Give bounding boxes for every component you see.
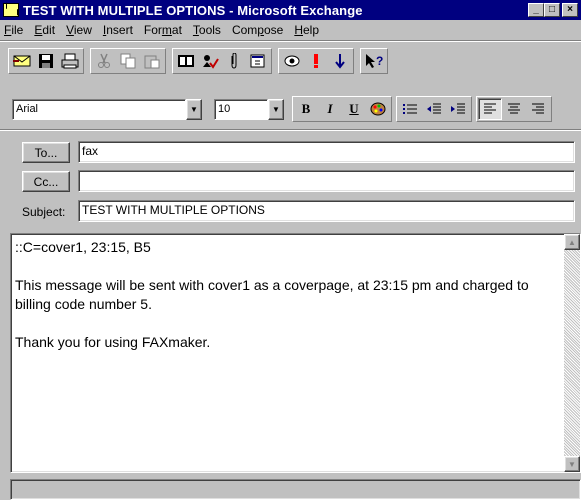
to-button[interactable]: To... — [22, 142, 70, 163]
read-receipt-icon[interactable] — [280, 50, 304, 72]
formatting-toolbar: Arial ▼ 10 ▼ B I U — [12, 94, 552, 124]
status-bar — [10, 479, 581, 500]
importance-low-icon[interactable] — [328, 50, 352, 72]
address-book-icon[interactable] — [174, 50, 198, 72]
to-field[interactable]: fax — [78, 141, 575, 163]
toolbar-group-font-style: B I U — [292, 96, 392, 122]
font-name-field[interactable]: Arial — [12, 98, 186, 120]
menu-edit[interactable]: Edit — [34, 23, 55, 37]
increase-indent-icon[interactable] — [446, 98, 470, 120]
message-body-text[interactable]: ::C=cover1, 23:15, B5 This message will … — [15, 238, 555, 352]
scroll-up-icon[interactable]: ▲ — [564, 234, 580, 250]
subject-field[interactable]: TEST WITH MULTIPLE OPTIONS — [78, 200, 575, 222]
menu-bar: File Edit View Insert Format Tools Compose Help — [0, 20, 581, 40]
svg-text:?: ? — [376, 54, 383, 68]
copy-icon[interactable] — [116, 50, 140, 72]
scroll-down-icon[interactable]: ▼ — [564, 456, 580, 472]
menu-tools[interactable]: Tools — [193, 23, 221, 37]
italic-button[interactable]: I — [318, 98, 342, 120]
exchange-envelope-icon — [3, 3, 19, 17]
cc-field[interactable] — [78, 170, 575, 192]
to-button-label: To... — [34, 145, 58, 160]
bullets-icon[interactable] — [398, 98, 422, 120]
chevron-down-icon[interactable]: ▼ — [186, 98, 202, 120]
toolbar-group-address — [172, 48, 272, 74]
cc-button[interactable]: Cc... — [22, 171, 70, 192]
subject-label: Subject: — [22, 205, 66, 219]
window-title: TEST WITH MULTIPLE OPTIONS - Microsoft E… — [23, 2, 363, 18]
menu-insert[interactable]: Insert — [103, 23, 133, 37]
decrease-indent-icon[interactable] — [422, 98, 446, 120]
minimize-button[interactable]: _ — [528, 3, 544, 17]
align-center-icon[interactable] — [502, 98, 526, 120]
align-right-icon[interactable] — [526, 98, 550, 120]
save-icon[interactable] — [34, 50, 58, 72]
toolbar-group-file — [8, 48, 84, 74]
menu-format[interactable]: Format — [144, 23, 182, 37]
underline-button[interactable]: U — [342, 98, 366, 120]
menu-view[interactable]: View — [66, 23, 92, 37]
cc-button-label: Cc... — [33, 174, 59, 189]
check-names-icon[interactable] — [198, 50, 222, 72]
cut-icon[interactable] — [92, 50, 116, 72]
importance-high-icon[interactable] — [304, 50, 328, 72]
font-size-field[interactable]: 10 — [214, 98, 268, 120]
align-left-icon[interactable] — [478, 98, 502, 120]
font-size-combo[interactable]: 10 ▼ — [214, 98, 284, 120]
chevron-down-icon[interactable]: ▼ — [268, 98, 284, 120]
toolbar-group-align — [476, 96, 552, 122]
send-icon[interactable] — [10, 50, 34, 72]
maximize-button[interactable]: □ — [544, 3, 560, 17]
toolbar-group-help: ? — [360, 48, 388, 74]
color-palette-icon[interactable] — [366, 98, 390, 120]
paperclip-icon[interactable] — [222, 50, 246, 72]
print-icon[interactable] — [58, 50, 82, 72]
menu-file[interactable]: File — [4, 23, 23, 37]
toolbar-group-options — [278, 48, 354, 74]
message-body-area[interactable]: ::C=cover1, 23:15, B5 This message will … — [10, 233, 581, 473]
menu-compose[interactable]: Compose — [232, 23, 283, 37]
bold-button[interactable]: B — [294, 98, 318, 120]
paste-icon[interactable] — [140, 50, 164, 72]
help-pointer-icon[interactable]: ? — [362, 50, 386, 72]
toolbar-group-paragraph — [396, 96, 472, 122]
standard-toolbar: ? — [8, 46, 388, 76]
toolbar-group-clipboard — [90, 48, 166, 74]
properties-icon[interactable] — [246, 50, 270, 72]
font-name-combo[interactable]: Arial ▼ — [12, 98, 202, 120]
close-button[interactable]: × — [562, 3, 578, 17]
title-bar: TEST WITH MULTIPLE OPTIONS - Microsoft E… — [0, 0, 581, 20]
vertical-scrollbar[interactable]: ▲ ▼ — [564, 234, 580, 472]
menu-help[interactable]: Help — [294, 23, 319, 37]
